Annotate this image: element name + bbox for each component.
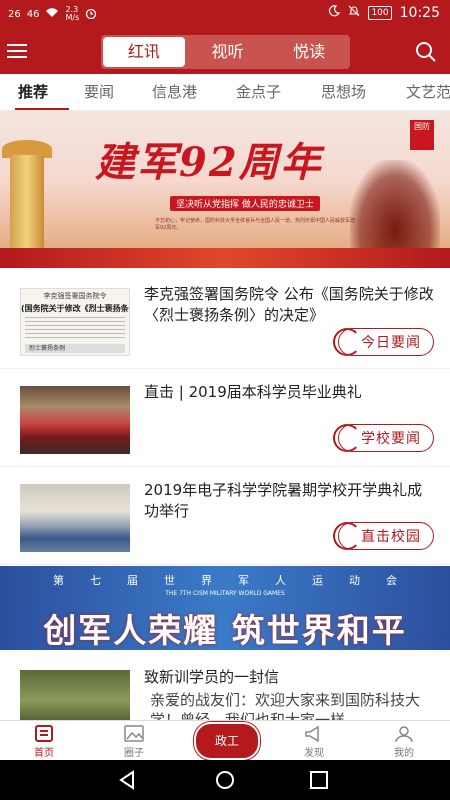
news-item-4[interactable]: 致新训学员的一封信 亲爱的战友们：欢迎大家来到国防科技大学！曾经，我们也和大家一… xyxy=(0,650,450,720)
nav-circle[interactable]: 圈子 xyxy=(104,721,164,761)
clock: 10:25 xyxy=(399,5,440,21)
image-icon xyxy=(124,725,144,742)
news-item-3[interactable]: 2019年电子科学学院暑期学校开学典礼成功举行 直击校园 xyxy=(0,468,450,565)
news-title[interactable]: 李克强签署国务院令 公布《国务院关于修改〈烈士褒扬条例〉的决定》 xyxy=(144,284,436,326)
games-banner[interactable]: 第七届世界军人运动会 THE 7TH CISM MILITARY WORLD G… xyxy=(0,566,450,650)
home-book-icon xyxy=(35,725,53,742)
news-title[interactable]: 致新训学员的一封信 xyxy=(144,666,279,687)
search-icon[interactable] xyxy=(414,40,438,64)
banner-red-stripe xyxy=(0,248,450,268)
category-tag[interactable]: 今日要闻 xyxy=(333,328,434,356)
status-right: 100 10:25 xyxy=(328,5,440,21)
hero-banner[interactable]: 建军92周年 坚决听从党指挥 做人民的忠诚卫士 不忘初心，牢记使命，国防科技大学… xyxy=(0,110,450,268)
nav-mine[interactable]: 我的 xyxy=(374,721,434,761)
news-title[interactable]: 2019年电子科学学院暑期学校开学典礼成功举行 xyxy=(144,480,436,522)
menu-icon[interactable] xyxy=(5,40,29,64)
tab-recommend[interactable]: 推荐 xyxy=(18,74,48,110)
wifi-icon xyxy=(45,7,59,21)
back-icon[interactable] xyxy=(119,770,134,790)
banner-title: 建军92周年 xyxy=(95,139,323,186)
news-thumbnail xyxy=(20,386,130,454)
news-thumbnail xyxy=(20,670,130,720)
network-speed: 2.3 M/s xyxy=(65,5,80,22)
news-title[interactable]: 直击 | 2019届本科学员毕业典礼 xyxy=(144,382,436,403)
person-icon xyxy=(395,726,413,743)
segment-yuedu[interactable]: 悦读 xyxy=(268,35,350,69)
channel-switcher: 红讯 视听 悦读 xyxy=(101,35,350,69)
tab-arts[interactable]: 文艺范 xyxy=(406,74,450,110)
games-banner-top: 第七届世界军人运动会 xyxy=(53,574,423,587)
tab-news[interactable]: 要闻 xyxy=(84,74,114,110)
category-tabs: 推荐 要闻 信息港 金点子 思想场 文艺范 xyxy=(0,74,450,111)
status-bar: 26 46 2.3 M/s 100 10:25 xyxy=(0,0,450,30)
megaphone-icon xyxy=(305,725,319,743)
tab-thought[interactable]: 思想场 xyxy=(321,74,366,110)
news-thumbnail xyxy=(20,484,130,552)
banner-subtitle: 坚决听从党指挥 做人民的忠诚卫士 xyxy=(170,196,320,211)
nav-discover[interactable]: 发现 xyxy=(284,721,344,761)
alarm-icon xyxy=(85,7,97,22)
news-item-2[interactable]: 直击 | 2019届本科学员毕业典礼 学校要闻 xyxy=(0,370,450,467)
seal-logo: 国防 xyxy=(410,120,434,150)
tab-ideas[interactable]: 金点子 xyxy=(236,74,281,110)
banner-body: 不忘初心，牢记使命，国防科技大学全体官兵与全国人民一道，热烈庆祝中国人民解放军建… xyxy=(155,218,356,231)
soldiers-silhouette xyxy=(350,160,440,260)
games-banner-small: THE 7TH CISM MILITARY WORLD GAMES xyxy=(165,590,285,597)
top-bar: 红讯 视听 悦读 xyxy=(0,30,450,74)
recents-icon[interactable] xyxy=(310,771,328,789)
status-left: 26 46 2.3 M/s xyxy=(8,6,97,22)
category-tag[interactable]: 直击校园 xyxy=(333,522,434,550)
home-icon[interactable] xyxy=(216,771,234,789)
battery-indicator: 100 xyxy=(368,6,392,20)
games-banner-slogan: 创军人荣耀 筑世界和平 xyxy=(43,611,407,650)
segment-hongxun[interactable]: 红讯 xyxy=(103,37,185,67)
news-excerpt: 亲爱的战友们：欢迎大家来到国防科技大学！曾经，我们也和大家一样 xyxy=(150,691,421,720)
nav-political-work-button[interactable]: 政工 xyxy=(194,722,260,760)
nav-home[interactable]: 首页 xyxy=(14,721,74,761)
segment-shiting[interactable]: 视听 xyxy=(187,35,269,69)
signal-2-label: 46 xyxy=(26,8,40,20)
system-nav-bar xyxy=(0,760,450,800)
silent-icon xyxy=(348,5,360,21)
signal-1-label: 26 xyxy=(8,8,21,20)
news-thumbnail: 李克强签署国务院令 (国务院关于修改《烈士褒扬条例》的决定 烈士褒扬条例 xyxy=(20,288,130,356)
news-item-1[interactable]: 李克强签署国务院令 (国务院关于修改《烈士褒扬条例》的决定 烈士褒扬条例 李克强… xyxy=(0,272,450,369)
moon-icon xyxy=(328,5,341,21)
tab-info-hub[interactable]: 信息港 xyxy=(152,74,197,110)
category-tag[interactable]: 学校要闻 xyxy=(333,424,434,452)
